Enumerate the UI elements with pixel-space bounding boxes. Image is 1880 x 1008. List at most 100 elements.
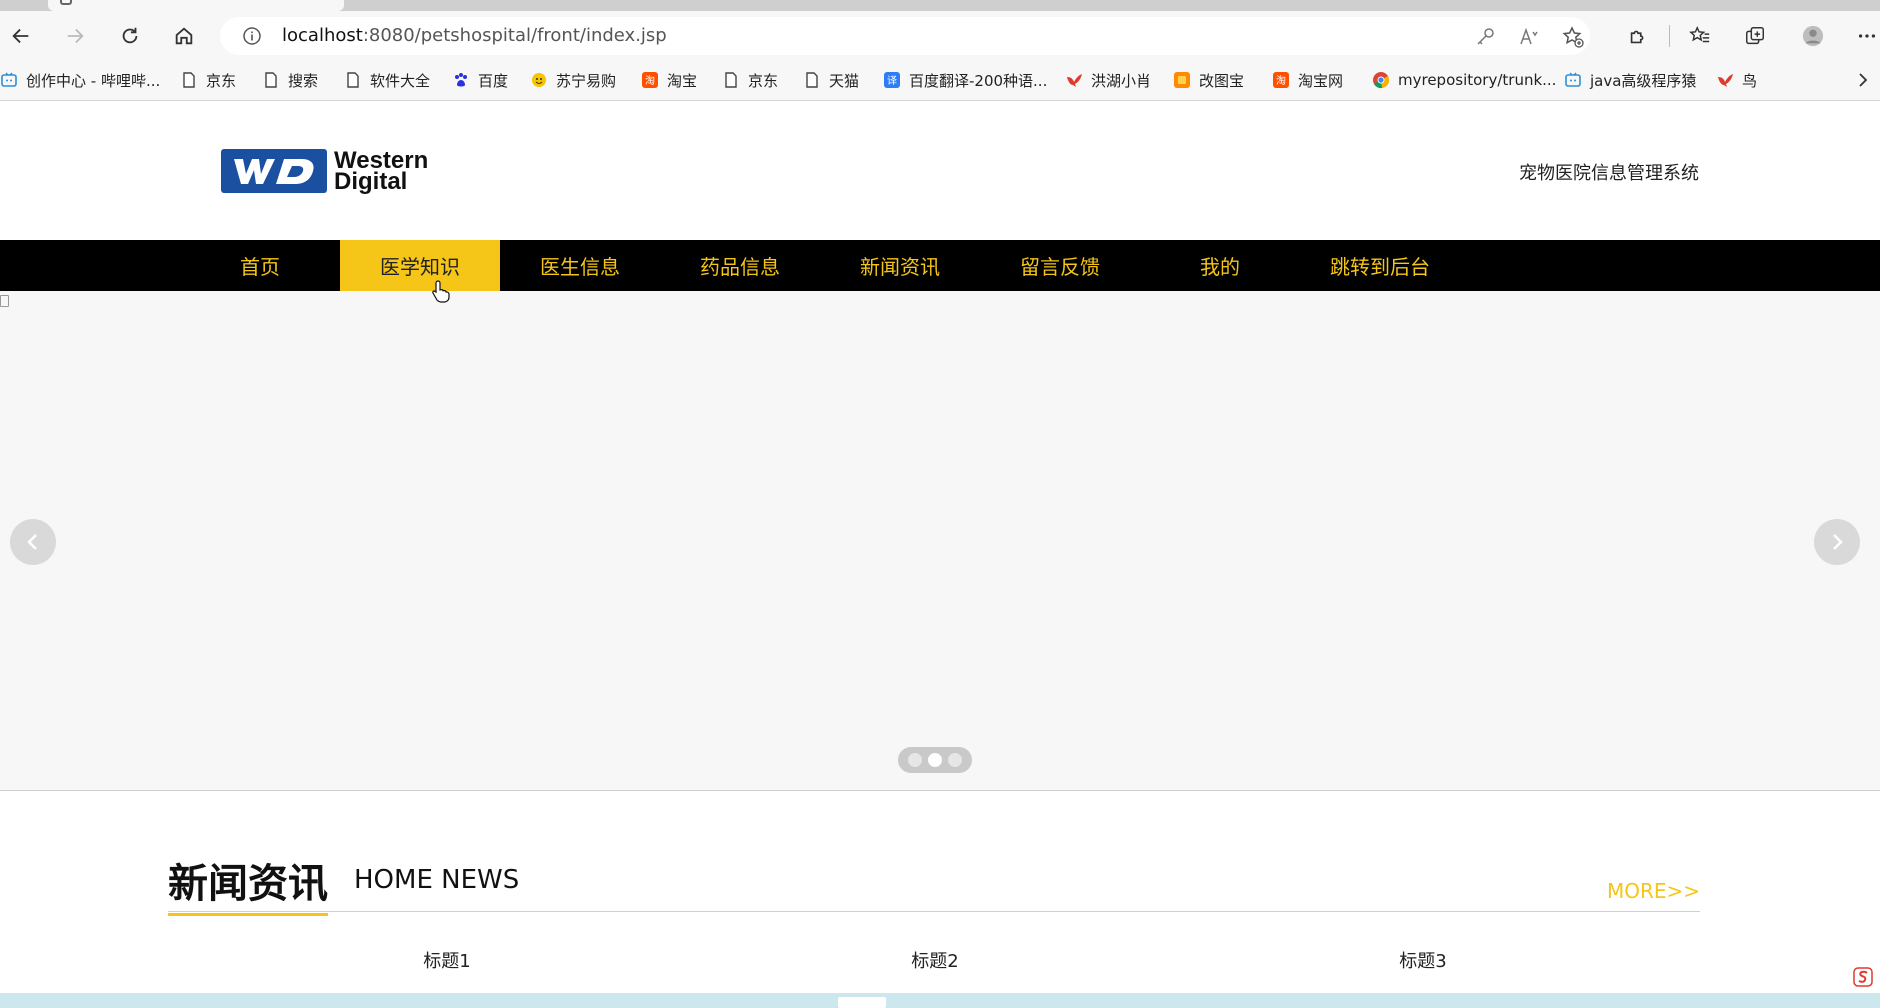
taobao-icon: 淘 [641,71,659,89]
address-bar[interactable]: localhost:8080/petshospital/front/index.… [220,17,1590,55]
profile-avatar-icon[interactable] [1796,19,1830,53]
bookmark-label: 搜索 [288,71,319,90]
input-method-s-icon[interactable] [1852,966,1874,988]
bookmark-label: 淘宝网 [1298,71,1344,90]
url-text[interactable]: localhost:8080/petshospital/front/index.… [282,25,667,46]
bookmark-item[interactable]: 鸟 [1716,67,1757,93]
bookmark-item[interactable]: 天猫 [803,67,859,93]
bilibili-icon [1564,71,1582,89]
taskbar-strip [0,993,1880,1008]
nav-item[interactable]: 我的 [1140,240,1300,291]
home-icon[interactable] [167,19,201,53]
bookmark-item[interactable]: 淘淘宝网 [1272,67,1343,93]
gaitubao-icon [1173,71,1191,89]
bookmark-label: 洪湖小肖 [1091,71,1152,90]
bookmark-item[interactable]: 软件大全 [344,67,430,93]
bookmark-item[interactable]: 洪湖小肖 [1065,67,1151,93]
bookmark-label: java高级程序猿 [1590,71,1697,90]
taobao-icon: 淘 [1272,71,1290,89]
page-icon [722,71,740,89]
bookmark-item[interactable]: 创作中心 - 哔哩哔... [0,67,160,93]
carousel-prev-button[interactable] [10,519,56,565]
bookmark-label: 百度 [478,71,509,90]
site-header: Western Digital 宠物医院信息管理系统 [0,101,1880,240]
scroll-handle[interactable] [838,997,886,1008]
svg-text:淘: 淘 [645,74,655,87]
site-info-icon[interactable] [242,26,262,46]
bookmark-item[interactable]: java高级程序猿 [1564,67,1696,93]
bookmark-label: myrepository/trunk... [1398,71,1557,89]
banner-carousel [0,291,1880,791]
news-item-title[interactable]: 标题1 [423,947,470,973]
refresh-icon[interactable] [113,19,147,53]
bookmark-label: 苏宁易购 [556,71,617,90]
web-page: Western Digital 宠物医院信息管理系统 首页 医学知识 医生信息 药品信… [0,101,1880,993]
svg-text:译: 译 [887,75,897,87]
browser-toolbar: localhost:8080/petshospital/front/index.… [0,11,1880,61]
hand-cursor-icon [432,280,450,303]
carousel-dot[interactable] [948,753,962,767]
news-divider [168,911,1700,912]
carousel-next-button[interactable] [1814,519,1860,565]
svg-text:淘: 淘 [1276,74,1286,87]
bird-icon [1065,71,1083,89]
read-aloud-icon[interactable] [1518,26,1540,48]
nav-item[interactable]: 跳转到后台 [1300,240,1460,291]
back-icon[interactable] [4,19,38,53]
bookmark-item[interactable]: 改图宝 [1173,67,1244,93]
add-favorite-icon[interactable] [1562,26,1584,48]
extensions-icon[interactable] [1621,19,1655,53]
key-icon[interactable] [1474,26,1496,48]
news-section-title: 新闻资讯 [168,851,328,916]
nav-item[interactable]: 药品信息 [660,240,820,291]
news-item-title[interactable]: 标题3 [1399,947,1446,973]
bilibili-icon [0,71,18,89]
page-icon [262,71,280,89]
bookmark-item[interactable]: 百度 [452,67,508,93]
news-item-title[interactable]: 标题2 [911,947,958,973]
page-icon [803,71,821,89]
chevron-left-icon [27,534,37,550]
baidu-paw-icon [452,71,470,89]
news-section: 新闻资讯 HOME NEWS MORE>> 标题1 标题2 标题3 [168,851,1700,991]
bookmark-item[interactable]: 京东 [722,67,778,93]
bookmark-label: 百度翻译-200种语... [909,71,1048,90]
browser-tab[interactable] [48,0,344,11]
favorites-icon[interactable] [1683,19,1717,53]
news-section-subtitle: HOME NEWS [354,865,520,895]
bookmark-item[interactable]: myrepository/trunk... [1372,67,1556,93]
page-icon [344,71,362,89]
nav-item[interactable]: 医学知识 [340,240,500,291]
bookmark-item[interactable]: 京东 [180,67,236,93]
bookmark-label: 天猫 [829,71,860,90]
bookmark-item[interactable]: 苏宁易购 [530,67,616,93]
nav-item[interactable]: 新闻资讯 [820,240,980,291]
chrome-icon [1372,71,1390,89]
suning-icon [530,71,548,89]
browser-tab-strip [0,0,1880,11]
more-menu-icon[interactable] [1850,19,1880,53]
forward-icon[interactable] [58,19,92,53]
nav-item[interactable]: 留言反馈 [980,240,1140,291]
svg-text:Digital: Digital [334,168,407,195]
tab-page-icon [60,0,72,5]
bird-icon [1716,71,1734,89]
carousel-dot[interactable] [928,753,942,767]
bookmarks-overflow-icon[interactable] [1854,71,1872,89]
bookmark-item[interactable]: 淘淘宝 [641,67,697,93]
bookmarks-bar: 创作中心 - 哔哩哔... 京东 搜索 软件大全 百度 苏宁易购淘淘宝 京东 天猫译百度翻译-… [0,61,1880,101]
nav-item[interactable]: 医生信息 [500,240,660,291]
news-more-link[interactable]: MORE>> [1607,879,1700,903]
bookmark-label: 创作中心 - 哔哩哔... [26,71,161,90]
collections-icon[interactable] [1738,19,1772,53]
carousel-indicators [898,747,972,773]
western-digital-logo[interactable]: Western Digital [220,147,456,195]
toolbar-divider [1669,25,1670,47]
bookmark-label: 鸟 [1742,71,1758,90]
bookmark-item[interactable]: 搜索 [262,67,318,93]
bookmark-item[interactable]: 译百度翻译-200种语... [883,67,1047,93]
carousel-dot[interactable] [908,753,922,767]
bookmark-label: 淘宝 [667,71,698,90]
bookmark-label: 京东 [748,71,779,90]
nav-item[interactable]: 首页 [180,240,340,291]
